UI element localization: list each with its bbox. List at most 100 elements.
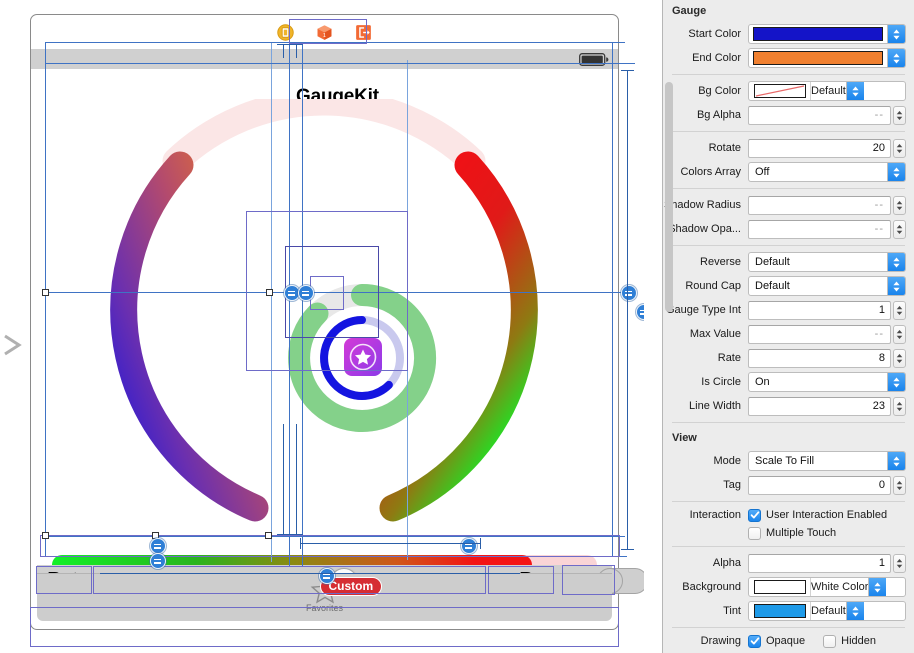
opaque-checkbox[interactable] <box>748 634 761 648</box>
shadow-opacity-field[interactable]: -- <box>748 219 891 239</box>
end-color-well-swatch[interactable] <box>753 51 883 65</box>
end-color-well[interactable] <box>748 48 906 68</box>
label-alpha: Alpha <box>712 557 741 569</box>
gauge-type-int-field[interactable]: 1 <box>748 300 891 320</box>
handle-left-edge[interactable] <box>42 289 49 296</box>
rate-field[interactable]: 8 <box>748 348 891 368</box>
bg-color-popup-swatch[interactable] <box>754 84 806 98</box>
background-color-popup-value: White Color <box>811 581 869 593</box>
start-color-well[interactable] <box>748 24 906 44</box>
constraint-badge-right-a[interactable] <box>621 285 637 301</box>
shadow-radius-field[interactable]: -- <box>748 195 891 215</box>
divider <box>672 245 905 246</box>
label-bg-alpha: Bg Alpha <box>696 109 741 121</box>
alpha-stepper[interactable] <box>893 553 906 573</box>
label-bg-color: Bg Color <box>698 85 741 97</box>
label-start-color: Start Color <box>688 28 741 40</box>
background-color-popup[interactable]: White Color <box>748 577 906 597</box>
constraint-badge-center-b[interactable] <box>298 285 314 301</box>
label-round-cap: Round Cap <box>685 280 741 292</box>
chevron-updown-icon[interactable] <box>845 82 864 100</box>
label-end-color: End Color <box>692 52 741 64</box>
shadow-opacity-stepper[interactable] <box>893 219 906 239</box>
max-value-stepper[interactable] <box>893 324 906 344</box>
tmark-d <box>296 424 297 534</box>
colors-array-popup[interactable]: Off <box>748 162 906 182</box>
tmark-bar-h-cap2 <box>480 538 481 549</box>
user-interaction-enabled-checkbox[interactable] <box>748 508 761 522</box>
constraint-badge-right-b[interactable] <box>636 304 644 320</box>
tag-stepper[interactable] <box>893 475 906 495</box>
bg-color-popup[interactable]: Default <box>748 81 906 101</box>
selbox-tabbar[interactable] <box>30 607 619 647</box>
rotate-field[interactable]: 20 <box>748 138 891 158</box>
hidden-checkbox[interactable] <box>823 634 837 648</box>
multiple-touch-checkbox-label: Multiple Touch <box>766 527 837 539</box>
max-value-field[interactable]: -- <box>748 324 891 344</box>
gauge-type-int-stepper[interactable] <box>893 300 906 320</box>
tmark-c-cap <box>277 534 290 535</box>
round-cap-popup[interactable]: Default <box>748 276 906 296</box>
handle-center-left[interactable] <box>266 289 273 296</box>
bg-alpha-stepper[interactable] <box>893 105 906 125</box>
round-cap-popup-value: Default <box>755 280 790 292</box>
rotate-stepper[interactable] <box>893 138 906 158</box>
selbox-slider[interactable] <box>93 566 486 594</box>
chevron-updown-icon[interactable] <box>887 163 905 181</box>
selbox-bar-gauge[interactable] <box>40 535 620 557</box>
multiple-touch-checkbox[interactable] <box>748 526 761 540</box>
tmark-right-bottom <box>621 549 634 550</box>
chevron-updown-icon[interactable] <box>887 452 905 470</box>
inspector-scrollbar[interactable] <box>665 82 673 312</box>
constraint-badge-slider[interactable] <box>319 568 335 584</box>
attributes-inspector[interactable]: Gauge Start Color End Color Bg Color Default… <box>662 0 914 653</box>
tint-color-popup-swatch[interactable] <box>754 604 806 618</box>
chevron-updown-icon[interactable] <box>845 602 864 620</box>
line-width-stepper[interactable] <box>893 396 906 416</box>
selbox-switch[interactable] <box>562 565 615 595</box>
chevron-right-icon[interactable] <box>2 330 24 360</box>
start-color-well-swatch[interactable] <box>753 27 883 41</box>
chevron-updown-icon[interactable] <box>887 49 905 67</box>
divider <box>672 422 905 423</box>
label-gauge-type-int: Gauge Type Int <box>665 304 741 316</box>
bg-alpha-field[interactable]: -- <box>748 105 891 125</box>
divider <box>672 501 905 502</box>
tint-color-popup[interactable]: Default <box>748 601 906 621</box>
alpha-field[interactable]: 1 <box>748 553 891 573</box>
rate-stepper[interactable] <box>893 348 906 368</box>
selbox-reverse-label[interactable] <box>488 566 554 594</box>
chevron-updown-icon[interactable] <box>887 373 905 391</box>
is-circle-popup[interactable]: On <box>748 372 906 392</box>
bg-color-popup-value: Default <box>811 85 846 97</box>
divider <box>672 74 905 75</box>
constraint-badge-bar-right[interactable] <box>461 538 477 554</box>
chevron-updown-icon[interactable] <box>887 253 905 271</box>
shadow-radius-stepper[interactable] <box>893 195 906 215</box>
background-color-popup-swatch[interactable] <box>754 580 806 594</box>
constraint-badge-bar-left2[interactable] <box>150 553 166 569</box>
label-rate: Rate <box>717 352 741 364</box>
is-circle-popup-value: On <box>755 376 770 388</box>
interface-builder-canvas[interactable]: 1 GaugeKit Favorites Custom <box>0 0 644 653</box>
guide-right-margin <box>612 42 613 557</box>
tmark-b-cap <box>290 44 303 45</box>
handle-bar-tl[interactable] <box>42 532 49 539</box>
chevron-updown-icon[interactable] <box>887 25 905 43</box>
mode-popup[interactable]: Scale To Fill <box>748 451 906 471</box>
constraint-badge-bar-left[interactable] <box>150 538 166 554</box>
section-title-view: View <box>672 432 697 444</box>
selbox-app-icon[interactable] <box>310 276 344 310</box>
tag-field[interactable]: 0 <box>748 475 891 495</box>
label-shadow-opa-: Shadow Opa... <box>668 223 741 235</box>
chevron-updown-icon[interactable] <box>868 578 887 596</box>
reverse-popup-value: Default <box>755 256 790 268</box>
chevron-updown-icon[interactable] <box>887 277 905 295</box>
line-width-field[interactable]: 23 <box>748 396 891 416</box>
selbox-title-label[interactable] <box>289 19 367 44</box>
opaque-checkbox-label: Opaque <box>766 635 806 647</box>
handle-bar-tr[interactable] <box>265 532 272 539</box>
selbox-rate-label[interactable] <box>36 566 92 594</box>
reverse-popup[interactable]: Default <box>748 252 906 272</box>
label-is-circle: Is Circle <box>701 376 741 388</box>
